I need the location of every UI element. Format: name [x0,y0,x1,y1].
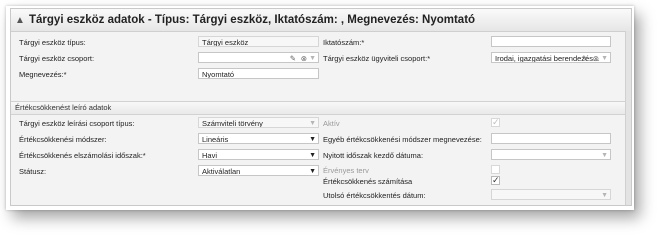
asset-data-panel: ▲ Tárgyi eszköz adatok - Típus: Tárgyi e… [10,8,632,206]
chevron-down-icon: ▼ [601,192,608,199]
panel-title: Tárgyi eszköz adatok - Típus: Tárgyi esz… [29,14,476,26]
ugyviteli-label: Tárgyi eszköz ügyviteli csoport:* [323,54,431,63]
chevron-down-icon[interactable]: ▼ [601,53,608,62]
tipus-label: Tárgyi eszköz típus: [19,38,86,47]
statusz-value: Aktiválatlan [202,167,241,176]
aktiv-label: Aktív [323,119,340,128]
panel-header[interactable]: ▲ Tárgyi eszköz adatok - Típus: Tárgyi e… [11,9,631,32]
chevron-down-icon: ▼ [309,120,316,127]
vertical-scrollbar[interactable] [625,31,631,205]
ervenyes-label: Érvényes terv [323,166,369,175]
section-header: Értékcsökkenést leíró adatok [11,101,631,115]
ugyviteli-field[interactable]: Irodai, igazgatási berendezés... ✎ ⊗ ▼ [491,52,611,63]
ervenyes-checkbox [491,165,500,174]
section-title: Értékcsökkenést leíró adatok [15,103,112,112]
idoszak-select[interactable]: Havi ▼ [198,149,319,160]
csoport-field[interactable]: ✎ ⊗ ▼ [198,52,319,63]
chevron-down-icon[interactable]: ▼ [309,53,316,62]
pencil-icon[interactable]: ✎ [582,53,588,62]
clear-icon[interactable]: ⊗ [593,53,599,62]
tipus-value: Tárgyi eszköz [202,38,249,47]
chevron-down-icon[interactable]: ▼ [309,150,316,159]
szamitas-checkbox[interactable]: ✓ [491,176,500,185]
szamitas-label: Értékcsökkenés számítása [323,177,413,186]
pencil-icon[interactable]: ✎ [290,53,296,62]
csoport-label: Tárgyi eszköz csoport: [19,54,95,63]
megnevezes-value: Nyomtató [202,70,235,79]
collapse-icon[interactable]: ▲ [11,15,29,26]
megnevezes-label: Megnevezés:* [19,70,67,79]
chevron-down-icon[interactable]: ▼ [309,134,316,143]
statusz-label: Státusz: [19,167,47,176]
modszer-select[interactable]: Lineáris ▼ [198,133,319,144]
statusz-select[interactable]: Aktiválatlan ▼ [198,165,319,176]
aktiv-checkbox: ✓ [491,118,500,127]
utolso-field: ▼ [491,189,611,200]
nyitott-field[interactable]: ▼ [491,149,611,160]
megnevezes-input[interactable]: Nyomtató [198,68,319,79]
chevron-down-icon[interactable]: ▼ [601,150,608,159]
chevron-down-icon[interactable]: ▼ [309,166,316,175]
iktatoszam-input[interactable] [491,36,611,47]
idoszak-label: Értékcsökkenés elszámolási időszak:* [19,151,146,160]
nyitott-label: Nyitott időszak kezdő dátuma: [323,151,424,160]
tipus-field: Tárgyi eszköz [198,36,319,47]
iktatoszam-label: Iktatószám:* [323,38,365,47]
idoszak-value: Havi [202,151,218,160]
utolso-label: Utolsó értékcsökkentés dátum: [323,191,426,200]
modszer-label: Értékcsökkenési módszer: [19,135,107,144]
leiras-label: Tárgyi eszköz leírási csoport típus: [19,119,135,128]
check-icon: ✓ [492,175,500,185]
clear-icon[interactable]: ⊗ [301,53,307,62]
egyeb-label: Egyéb értékcsökkenési módszer megnevezés… [323,135,482,144]
leiras-value: Számviteli törvény [202,119,263,128]
leiras-field: Számviteli törvény ▼ [198,117,319,128]
modszer-value: Lineáris [202,135,229,144]
egyeb-input[interactable] [491,133,611,144]
check-icon: ✓ [492,117,500,127]
